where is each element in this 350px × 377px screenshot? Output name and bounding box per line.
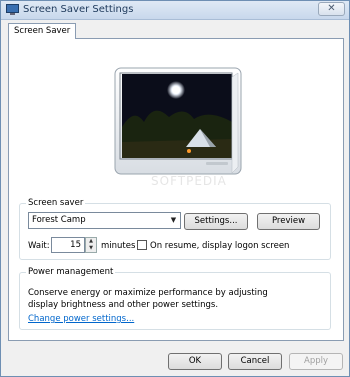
tab-screen-saver[interactable]: Screen Saver xyxy=(8,23,77,39)
title-bar[interactable]: Screen Saver Settings ✕ xyxy=(1,1,349,20)
chevron-down-icon[interactable]: ▼ xyxy=(167,213,180,228)
spin-down-icon[interactable]: ▼ xyxy=(86,245,96,252)
screen-saver-select[interactable]: Forest Camp ▼ xyxy=(28,212,181,229)
screen-saver-selected-value: Forest Camp xyxy=(32,215,86,225)
wait-label: Wait: xyxy=(28,241,50,251)
watermark: SOFTPEDIA xyxy=(151,174,227,188)
wait-spinner[interactable]: ▲ ▼ xyxy=(85,237,97,253)
window-title: Screen Saver Settings xyxy=(23,4,134,15)
resume-logon-label[interactable]: On resume, display logon screen xyxy=(150,241,289,251)
wait-minutes-input[interactable]: 15 xyxy=(51,237,85,253)
monitor-preview xyxy=(114,67,242,175)
ok-button[interactable]: OK xyxy=(168,353,222,370)
minutes-label: minutes xyxy=(101,241,136,251)
spin-up-icon[interactable]: ▲ xyxy=(86,238,96,245)
screen-saver-settings-window: Screen Saver Settings ✕ Screen Saver SOF… xyxy=(0,0,350,377)
cancel-button[interactable]: Cancel xyxy=(228,353,282,370)
display-icon xyxy=(6,4,19,15)
apply-button[interactable]: Apply xyxy=(289,353,343,370)
power-management-description: Conserve energy or maximize performance … xyxy=(28,288,268,310)
power-management-group-label: Power management xyxy=(26,267,116,277)
change-power-settings-link[interactable]: Change power settings... xyxy=(28,314,134,324)
resume-logon-checkbox[interactable] xyxy=(137,240,147,250)
screen-saver-group-label: Screen saver xyxy=(26,198,86,208)
preview-button[interactable]: Preview xyxy=(257,213,320,230)
close-button[interactable]: ✕ xyxy=(318,2,345,16)
settings-button[interactable]: Settings... xyxy=(184,213,248,230)
